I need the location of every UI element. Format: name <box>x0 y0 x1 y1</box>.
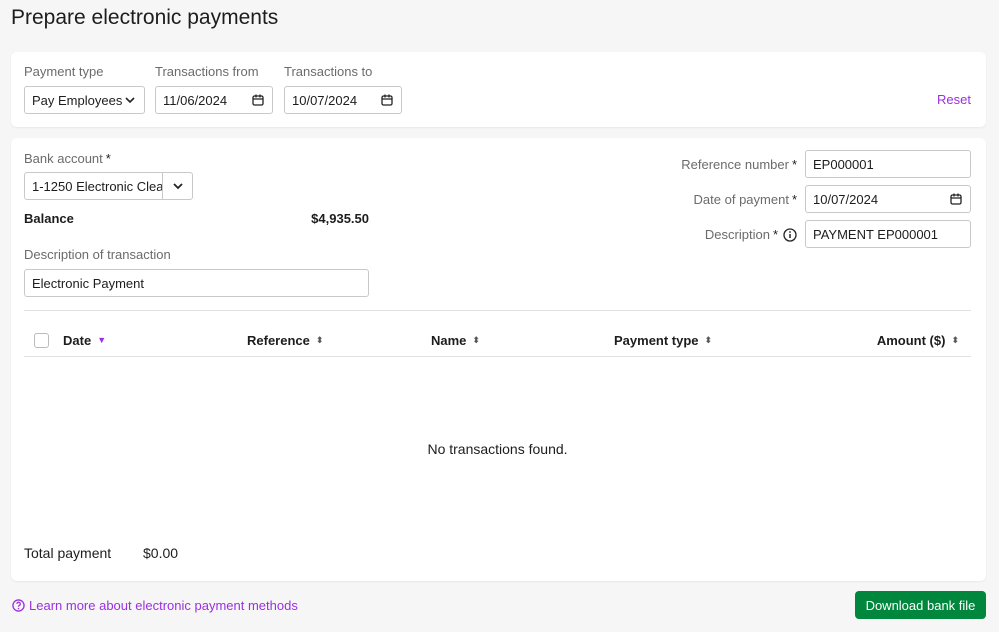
calendar-icon[interactable] <box>949 192 963 206</box>
help-icon <box>12 599 25 612</box>
table-header-divider <box>24 356 971 357</box>
payment-type-select[interactable]: Pay Employees <box>24 86 145 114</box>
date-of-payment-label: Date of payment * <box>694 192 797 207</box>
sort-icon: ⬍ <box>315 335 324 345</box>
learn-more-text: Learn more about electronic payment meth… <box>29 598 298 613</box>
select-all-checkbox[interactable] <box>34 333 49 348</box>
required-marker: * <box>791 192 797 207</box>
required-marker: * <box>105 151 111 166</box>
calendar-icon[interactable] <box>380 93 394 107</box>
reference-number-label: Reference number * <box>681 157 797 172</box>
reference-number-input[interactable]: EP000001 <box>805 150 971 178</box>
payment-type-label: Payment type <box>24 64 104 79</box>
date-of-payment-label-text: Date of payment <box>693 192 789 207</box>
sort-icon: ⬍ <box>951 335 959 345</box>
bank-account-label: Bank account * <box>24 151 111 166</box>
bank-account-label-text: Bank account <box>24 151 103 166</box>
column-header-label: Name <box>431 333 467 348</box>
calendar-icon[interactable] <box>251 93 265 107</box>
description-input[interactable]: PAYMENT EP000001 <box>805 220 971 248</box>
page-title: Prepare electronic payments <box>11 6 279 29</box>
balance-label: Balance <box>24 211 74 226</box>
sort-icon: ⬍ <box>472 335 480 345</box>
description-label-text: Description <box>704 227 770 242</box>
download-bank-file-button[interactable]: Download bank file <box>855 591 986 619</box>
column-header-amount[interactable]: Amount ($) ⬍ <box>877 333 959 348</box>
total-payment-value: $0.00 <box>143 545 179 561</box>
column-header-date[interactable]: Date ▼ <box>63 333 106 348</box>
chevron-down-icon <box>172 183 183 190</box>
date-of-payment-input[interactable]: 10/07/2024 <box>805 185 971 213</box>
column-header-reference[interactable]: Reference ⬍ <box>247 333 323 348</box>
info-icon[interactable] <box>783 227 797 242</box>
learn-more-link[interactable]: Learn more about electronic payment meth… <box>12 598 298 613</box>
balance-value: $4,935.50 <box>311 211 369 226</box>
required-marker: * <box>772 227 778 242</box>
empty-state-message: No transactions found. <box>427 441 568 457</box>
transactions-to-label: Transactions to <box>284 64 373 79</box>
transactions-to-input[interactable]: 10/07/2024 <box>284 86 402 114</box>
column-header-label: Amount ($) <box>876 333 946 348</box>
description-label: Description * <box>705 227 797 242</box>
transactions-from-input[interactable]: 11/06/2024 <box>155 86 273 114</box>
sort-icon: ⬍ <box>704 335 713 345</box>
column-header-label: Payment type <box>614 333 699 348</box>
bank-account-dropdown-button[interactable] <box>162 173 192 199</box>
sort-desc-icon: ▼ <box>97 335 107 345</box>
column-header-payment-type[interactable]: Payment type ⬍ <box>614 333 712 348</box>
required-marker: * <box>791 157 797 172</box>
description-of-transaction-input[interactable]: Electronic Payment <box>24 269 369 297</box>
column-header-label: Reference <box>247 333 310 348</box>
reset-link[interactable]: Reset <box>937 92 971 107</box>
column-header-name[interactable]: Name ⬍ <box>431 333 480 348</box>
transactions-from-label: Transactions from <box>155 64 259 79</box>
divider <box>24 310 971 311</box>
reference-number-label-text: Reference number <box>681 157 789 172</box>
chevron-down-icon <box>125 97 135 104</box>
column-header-label: Date <box>63 333 92 348</box>
total-payment-label: Total payment <box>24 545 112 561</box>
description-of-transaction-label: Description of transaction <box>24 247 171 262</box>
bank-account-select[interactable]: 1-1250 Electronic Clearing <box>24 172 193 200</box>
